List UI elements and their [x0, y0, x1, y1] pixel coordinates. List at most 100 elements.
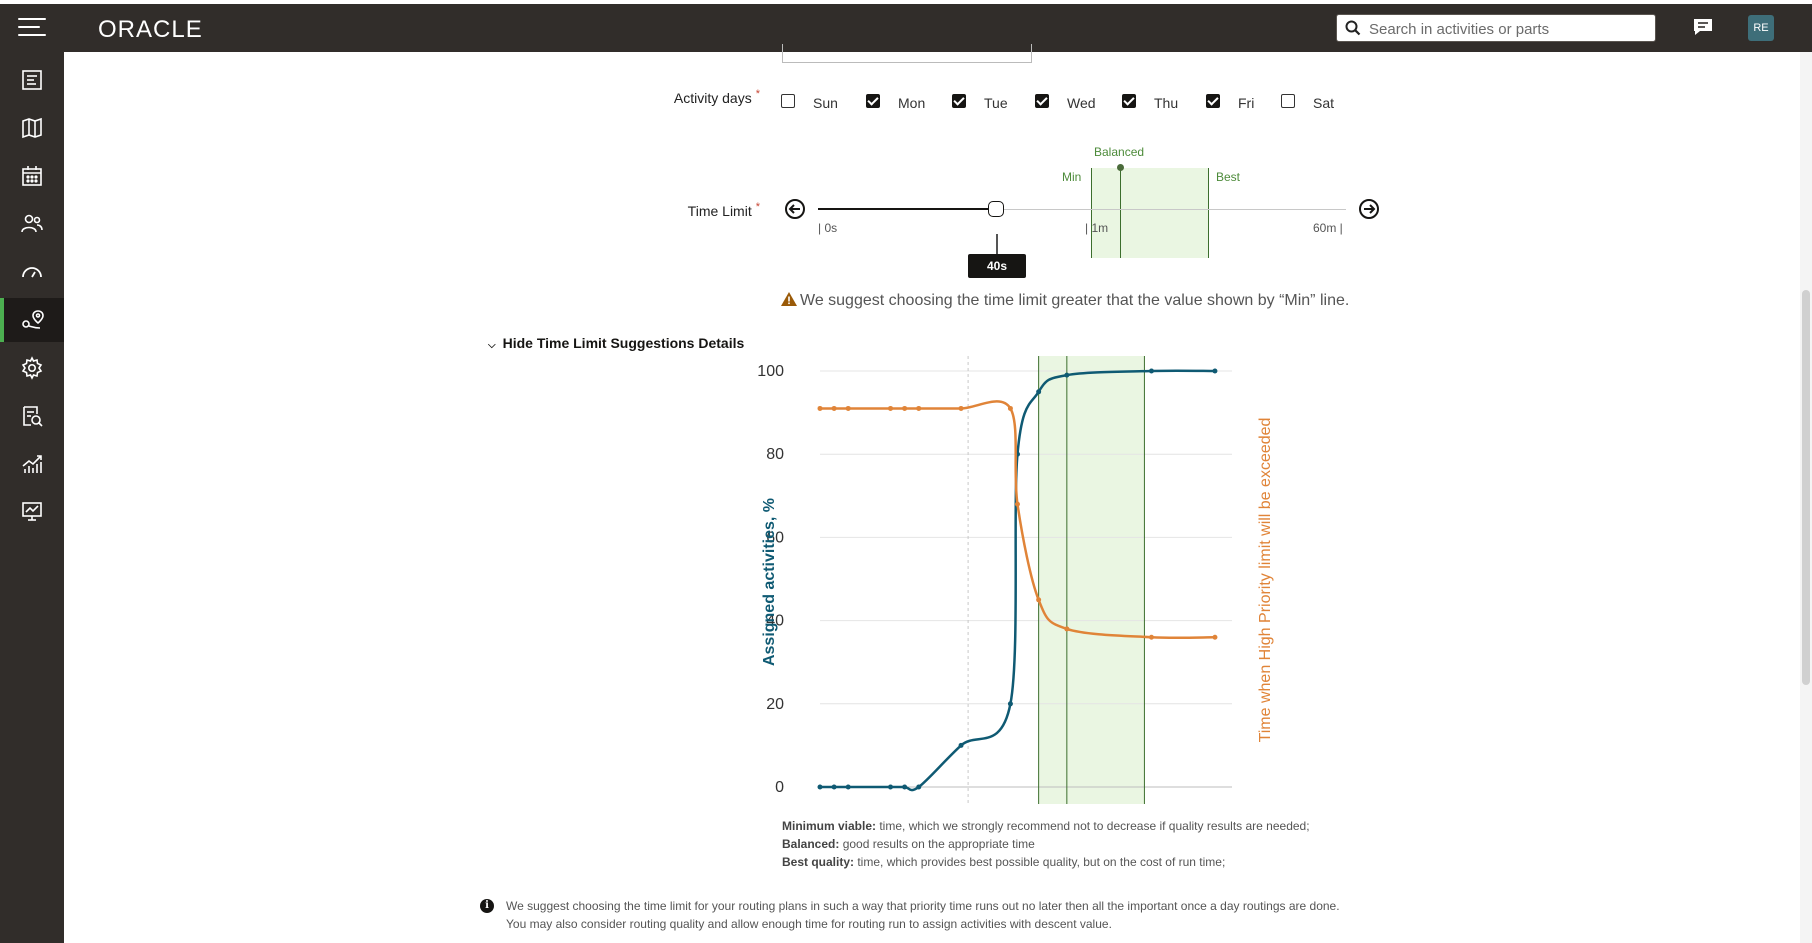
day-checkbox-sun[interactable] — [781, 94, 795, 108]
slider-thumb[interactable] — [988, 201, 1004, 217]
series-0-point-6 — [958, 742, 964, 748]
series-1-point-1 — [831, 405, 837, 411]
day-label-wed: Wed — [1067, 95, 1096, 111]
activity-days-label: Activity days * — [673, 88, 760, 106]
oracle-logo: ORACLE — [98, 15, 230, 46]
info-icon: i — [480, 899, 494, 913]
y-tick-label-100: 100 — [757, 363, 784, 380]
series-0-point-7 — [1007, 701, 1013, 707]
balanced-marker-label: Balanced — [1094, 145, 1145, 159]
warning-text: We suggest choosing the time limit great… — [800, 292, 1350, 309]
y-tick-label-20: 20 — [766, 696, 784, 713]
series-1-point-8 — [1014, 501, 1020, 507]
y2-axis-title: Time when High Priority limit will be ex… — [1257, 418, 1274, 743]
calendar-icon — [22, 166, 42, 186]
series-0-point-1 — [831, 784, 837, 790]
sidebar-item-routing[interactable] — [0, 298, 64, 342]
series-1-point-9 — [1036, 597, 1042, 603]
sidebar-item-dashboard[interactable] — [0, 250, 64, 294]
sidebar-item-form[interactable] — [0, 58, 64, 102]
hamburger-menu-icon[interactable] — [18, 18, 46, 38]
day-label-fri: Fri — [1238, 95, 1255, 111]
day-label-thu: Thu — [1154, 95, 1179, 111]
note-minimum: Minimum viable: time, which we strongly … — [782, 819, 1310, 833]
sidebar-item-analysis[interactable] — [0, 394, 64, 438]
series-1-point-3 — [888, 405, 894, 411]
sidebar-item-calendar[interactable] — [0, 154, 64, 198]
series-0-line — [820, 369, 1215, 792]
slider-min-line — [1091, 168, 1092, 258]
series-0-point-11 — [1148, 368, 1154, 374]
dashboard-gauge-icon — [22, 267, 42, 278]
series-1-point-6 — [958, 405, 964, 411]
current-value-tooltip: 40s — [968, 254, 1026, 278]
series-1-line — [819, 400, 1215, 640]
day-checkbox-thu[interactable] — [1122, 94, 1136, 108]
chart-suggestion-zone — [1038, 356, 1145, 804]
sidebar-item-resources[interactable] — [0, 202, 64, 246]
series-1-point-5 — [916, 405, 922, 411]
best-marker-label: Best — [1216, 170, 1241, 184]
series-1-point-7 — [1007, 405, 1013, 411]
chat-icon[interactable] — [1692, 17, 1714, 37]
series-1-point-12 — [1212, 634, 1218, 640]
scrollbar-thumb[interactable] — [1802, 290, 1810, 685]
slider-suggestion-zone — [1091, 168, 1208, 258]
day-checkbox-fri[interactable] — [1206, 94, 1220, 108]
gear-icon — [21, 356, 43, 380]
sidebar-item-settings[interactable] — [0, 346, 64, 390]
day-checkbox-mon[interactable] — [866, 94, 880, 108]
chart-legend-notes: Minimum viable: time, which we strongly … — [782, 817, 1310, 871]
info-line-1: We suggest choosing the time limit for y… — [506, 899, 1340, 913]
monitor-icon — [22, 502, 42, 521]
partial-input-field[interactable] — [782, 44, 1032, 63]
trend-chart-icon — [22, 455, 42, 473]
time-limit-label: Time Limit * — [687, 201, 760, 219]
day-label-sun: Sun — [813, 95, 838, 111]
note-balanced: Balanced: good results on the appropriat… — [782, 837, 1035, 851]
sidebar-item-trends[interactable] — [0, 442, 64, 486]
y-axis-title: Assigned activities, % — [761, 498, 778, 666]
series-0-point-0 — [817, 784, 823, 790]
page-scrollbar[interactable] — [1800, 52, 1812, 943]
slider-thumb-stem — [996, 234, 998, 254]
y-tick-label-0: 0 — [775, 779, 784, 796]
y-tick-label-80: 80 — [766, 446, 784, 463]
note-best: Best quality: time, which provides best … — [782, 855, 1226, 869]
day-checkbox-tue[interactable] — [952, 94, 966, 108]
slider-filled-track — [818, 208, 996, 210]
sidebar — [0, 52, 64, 943]
tick-0s: | 0s — [818, 221, 838, 235]
info-message: i We suggest choosing the time limit for… — [480, 897, 1340, 933]
tick-1m: | 1m — [1085, 221, 1109, 235]
day-label-mon: Mon — [898, 95, 926, 111]
search-input[interactable] — [1367, 18, 1651, 40]
tick-60m: 60m | — [1313, 221, 1343, 235]
series-1-point-2 — [845, 405, 851, 411]
svg-text:ORACLE: ORACLE — [98, 16, 203, 41]
day-label-tue: Tue — [984, 95, 1008, 111]
time-decrease-button[interactable] — [785, 199, 805, 219]
map-icon — [22, 117, 42, 139]
search-box[interactable] — [1336, 14, 1656, 42]
day-label-sat: Sat — [1313, 95, 1335, 111]
slider-balanced-line — [1120, 168, 1121, 258]
series-0-point-2 — [845, 784, 851, 790]
balanced-marker-dot — [1117, 164, 1124, 171]
sidebar-item-monitor[interactable] — [0, 490, 64, 534]
series-0-point-3 — [888, 784, 894, 790]
arrow-right-icon — [1364, 204, 1376, 214]
day-checkbox-sat[interactable] — [1281, 94, 1295, 108]
time-increase-button[interactable] — [1359, 199, 1379, 219]
day-checkbox-wed[interactable] — [1035, 94, 1049, 108]
arrow-left-icon — [788, 204, 800, 214]
user-avatar[interactable]: RE — [1748, 15, 1774, 41]
series-1-point-0 — [817, 405, 823, 411]
min-marker-label: Min — [1062, 170, 1082, 184]
warning-message: We suggest choosing the time limit great… — [781, 292, 1349, 310]
search-icon — [1345, 20, 1361, 36]
series-0-point-10 — [1064, 372, 1070, 378]
series-1-point-10 — [1064, 626, 1070, 632]
hide-suggestions-toggle[interactable]: ⌵ Hide Time Limit Suggestions Details — [488, 335, 744, 351]
sidebar-item-map[interactable] — [0, 106, 64, 150]
